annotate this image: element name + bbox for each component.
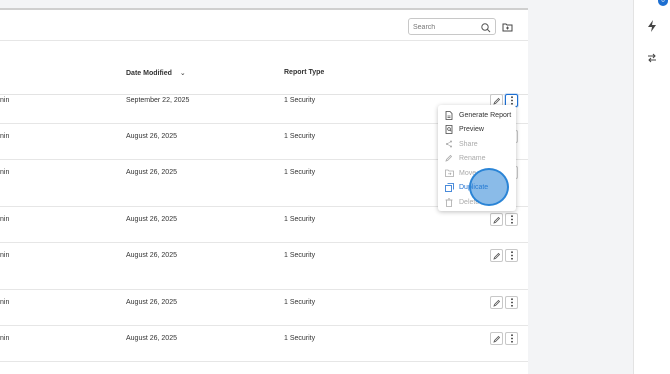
owner-cell: nin xyxy=(0,252,10,259)
column-header-date-label: Date Modified xyxy=(126,70,172,77)
date-modified-cell: September 22, 2025 xyxy=(126,97,190,104)
date-modified-cell: August 26, 2025 xyxy=(126,252,177,259)
menu-item-rename[interactable]: Rename xyxy=(438,151,516,165)
owner-cell: nin xyxy=(0,169,10,176)
menu-item-label: Generate Report xyxy=(459,111,512,119)
notification-badge: 0 xyxy=(658,0,668,6)
menu-item-preview[interactable]: Preview xyxy=(438,122,516,136)
share-icon xyxy=(444,139,454,149)
menu-item-share[interactable]: Share xyxy=(438,137,516,151)
owner-cell: nin xyxy=(0,299,10,306)
menu-item-label: Preview xyxy=(459,125,484,133)
kebab-icon xyxy=(510,298,513,307)
table-row[interactable]: nin August 26, 2025 1 Security xyxy=(0,326,528,362)
more-actions-button[interactable] xyxy=(505,249,518,262)
report-type-cell: 1 Security xyxy=(284,133,316,140)
search-box[interactable] xyxy=(408,18,496,35)
column-header-report-type[interactable]: Report Type xyxy=(284,69,324,76)
pencil-icon xyxy=(492,252,500,260)
report-type-cell: 1 Security xyxy=(284,216,316,223)
kebab-icon xyxy=(510,334,513,343)
owner-cell: nin xyxy=(0,133,10,140)
date-modified-cell: August 26, 2025 xyxy=(126,299,177,306)
document-icon xyxy=(444,110,454,120)
pencil-icon xyxy=(444,153,454,163)
owner-cell: nin xyxy=(0,97,10,104)
new-folder-icon[interactable] xyxy=(500,18,514,35)
folder-move-icon xyxy=(444,168,454,178)
table-row[interactable]: nin August 26, 2025 1 Security xyxy=(0,243,528,290)
duplicate-icon xyxy=(444,182,454,192)
menu-item-label: Rename xyxy=(459,154,486,162)
report-type-cell: 1 Security xyxy=(284,299,316,306)
trash-icon xyxy=(444,197,454,207)
table-row[interactable]: nin August 26, 2025 1 Security xyxy=(0,290,528,326)
date-modified-cell: August 26, 2025 xyxy=(126,335,177,342)
date-modified-cell: August 26, 2025 xyxy=(126,169,177,176)
owner-cell: nin xyxy=(0,216,10,223)
click-indicator xyxy=(469,168,509,206)
report-type-cell: 1 Security xyxy=(284,97,316,104)
sort-indicator-icon[interactable]: ⌄ xyxy=(180,70,186,77)
date-modified-cell: August 26, 2025 xyxy=(126,133,177,140)
kebab-icon xyxy=(510,215,513,224)
report-type-cell: 1 Security xyxy=(284,335,316,342)
notification-icon[interactable]: 0 xyxy=(644,0,668,16)
menu-item-label: Share xyxy=(459,140,478,148)
table-row[interactable]: nin August 26, 2025 1 Security xyxy=(0,207,528,243)
toolbar-divider xyxy=(0,40,528,41)
page-gutter xyxy=(528,0,633,374)
owner-cell: nin xyxy=(0,335,10,342)
pencil-icon xyxy=(492,97,500,105)
edit-button[interactable] xyxy=(490,213,503,226)
lightning-icon[interactable] xyxy=(644,18,660,34)
pencil-icon xyxy=(492,216,500,224)
preview-icon xyxy=(444,124,454,134)
search-icon[interactable] xyxy=(480,21,492,33)
more-actions-button[interactable] xyxy=(505,213,518,226)
more-actions-button[interactable] xyxy=(505,296,518,309)
report-type-cell: 1 Security xyxy=(284,252,316,259)
date-modified-cell: August 26, 2025 xyxy=(126,216,177,223)
edit-button[interactable] xyxy=(490,332,503,345)
column-header-date-modified[interactable]: Date Modified ⌄ xyxy=(126,69,186,77)
kebab-icon xyxy=(510,251,513,260)
edit-button[interactable] xyxy=(490,249,503,262)
edit-button[interactable] xyxy=(490,296,503,309)
pencil-icon xyxy=(492,299,500,307)
more-actions-button[interactable] xyxy=(505,332,518,345)
pencil-icon xyxy=(492,335,500,343)
kebab-icon xyxy=(510,96,513,105)
search-input[interactable] xyxy=(413,21,481,33)
report-type-cell: 1 Security xyxy=(284,169,316,176)
right-sidebar: 0 xyxy=(633,0,670,374)
transfer-icon[interactable] xyxy=(644,50,660,66)
menu-item-generate-report[interactable]: Generate Report xyxy=(438,108,516,122)
